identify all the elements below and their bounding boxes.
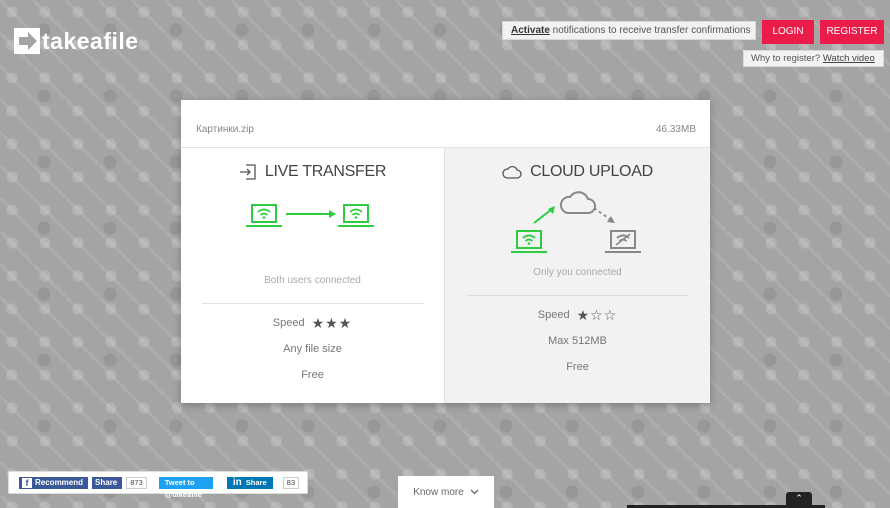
speed-label: Speed bbox=[537, 309, 570, 321]
linkedin-share-button[interactable]: in Share bbox=[226, 476, 273, 489]
cloud-icon bbox=[502, 165, 522, 179]
live-transfer-label: LIVE TRANSFER bbox=[264, 163, 387, 180]
live-size-limit: Any file size bbox=[283, 343, 342, 355]
cloud-size-limit: Max 512MB bbox=[548, 335, 607, 347]
login-button[interactable]: LOGIN bbox=[762, 20, 814, 44]
chevron-up-icon[interactable]: ⌃ bbox=[786, 492, 812, 505]
why-register-banner: Why to register? Watch video bbox=[743, 50, 884, 67]
file-name: Картинки.zip bbox=[196, 124, 254, 135]
live-transfer-option[interactable]: LIVE TRANSFER Both users connected Speed… bbox=[181, 148, 445, 403]
file-size: 46.33MB bbox=[655, 124, 696, 135]
live-transfer-illustration bbox=[181, 197, 444, 267]
cloud-upload-illustration bbox=[445, 187, 710, 267]
divider bbox=[466, 295, 689, 296]
why-register-text: Why to register? bbox=[751, 53, 823, 64]
register-button[interactable]: REGISTER bbox=[820, 20, 884, 44]
facebook-recommend-button[interactable]: f Recommend bbox=[19, 476, 89, 489]
speed-stars: ★☆☆ bbox=[576, 306, 618, 323]
transfer-card: Картинки.zip 46.33MB LIVE TRANSFER Both … bbox=[181, 100, 710, 403]
facebook-share-button[interactable]: Share bbox=[92, 476, 123, 489]
facebook-icon: f bbox=[22, 477, 32, 488]
linkedin-share-label: Share bbox=[245, 477, 267, 487]
chevron-down-icon bbox=[470, 487, 479, 498]
watch-video-link[interactable]: Watch video bbox=[823, 53, 875, 64]
activate-notifications-link[interactable]: Activate bbox=[511, 25, 550, 36]
live-speed-row: Speed ★★★ bbox=[181, 315, 444, 331]
know-more-label: Know more bbox=[413, 486, 464, 498]
cloud-upload-status: Only you connected bbox=[533, 267, 622, 278]
cloud-speed-row: Speed ★☆☆ bbox=[445, 307, 710, 323]
facebook-recommend-label: Recommend bbox=[35, 477, 84, 487]
notification-text: notifications to receive transfer confir… bbox=[549, 25, 751, 36]
laptops-connected-icon bbox=[245, 204, 374, 227]
know-more-button[interactable]: Know more bbox=[398, 476, 494, 508]
divider bbox=[201, 303, 424, 304]
facebook-share-count: 873 bbox=[126, 476, 147, 489]
linkedin-share-count: 83 bbox=[282, 476, 299, 489]
logo-icon bbox=[14, 28, 40, 54]
cloud-upload-label: CLOUD UPLOAD bbox=[530, 163, 653, 180]
speed-label: Speed bbox=[272, 317, 305, 329]
logo-text: takeafile bbox=[42, 27, 139, 54]
live-transfer-title: LIVE TRANSFER bbox=[181, 161, 444, 183]
cloud-price: Free bbox=[566, 361, 589, 373]
tweet-button[interactable]: Tweet to @takeafile bbox=[158, 476, 213, 499]
file-info: Картинки.zip 46.33MB bbox=[181, 100, 710, 148]
speed-stars: ★★★ bbox=[311, 314, 353, 331]
cloud-laptops-icon bbox=[510, 191, 641, 253]
logo[interactable]: takeafile bbox=[14, 28, 139, 54]
social-share-bar: f Recommend Share 873 Tweet to @takeafil… bbox=[8, 471, 308, 499]
linkedin-icon: in bbox=[232, 476, 242, 488]
live-price: Free bbox=[301, 369, 324, 381]
live-transfer-status: Both users connected bbox=[264, 275, 361, 286]
notification-banner: Activate notifications to receive transf… bbox=[502, 21, 756, 40]
cloud-upload-option[interactable]: CLOUD UPLOAD Only you connected Speed ★☆… bbox=[445, 148, 710, 403]
sign-in-icon bbox=[239, 164, 257, 180]
cloud-upload-title: CLOUD UPLOAD bbox=[445, 161, 710, 183]
